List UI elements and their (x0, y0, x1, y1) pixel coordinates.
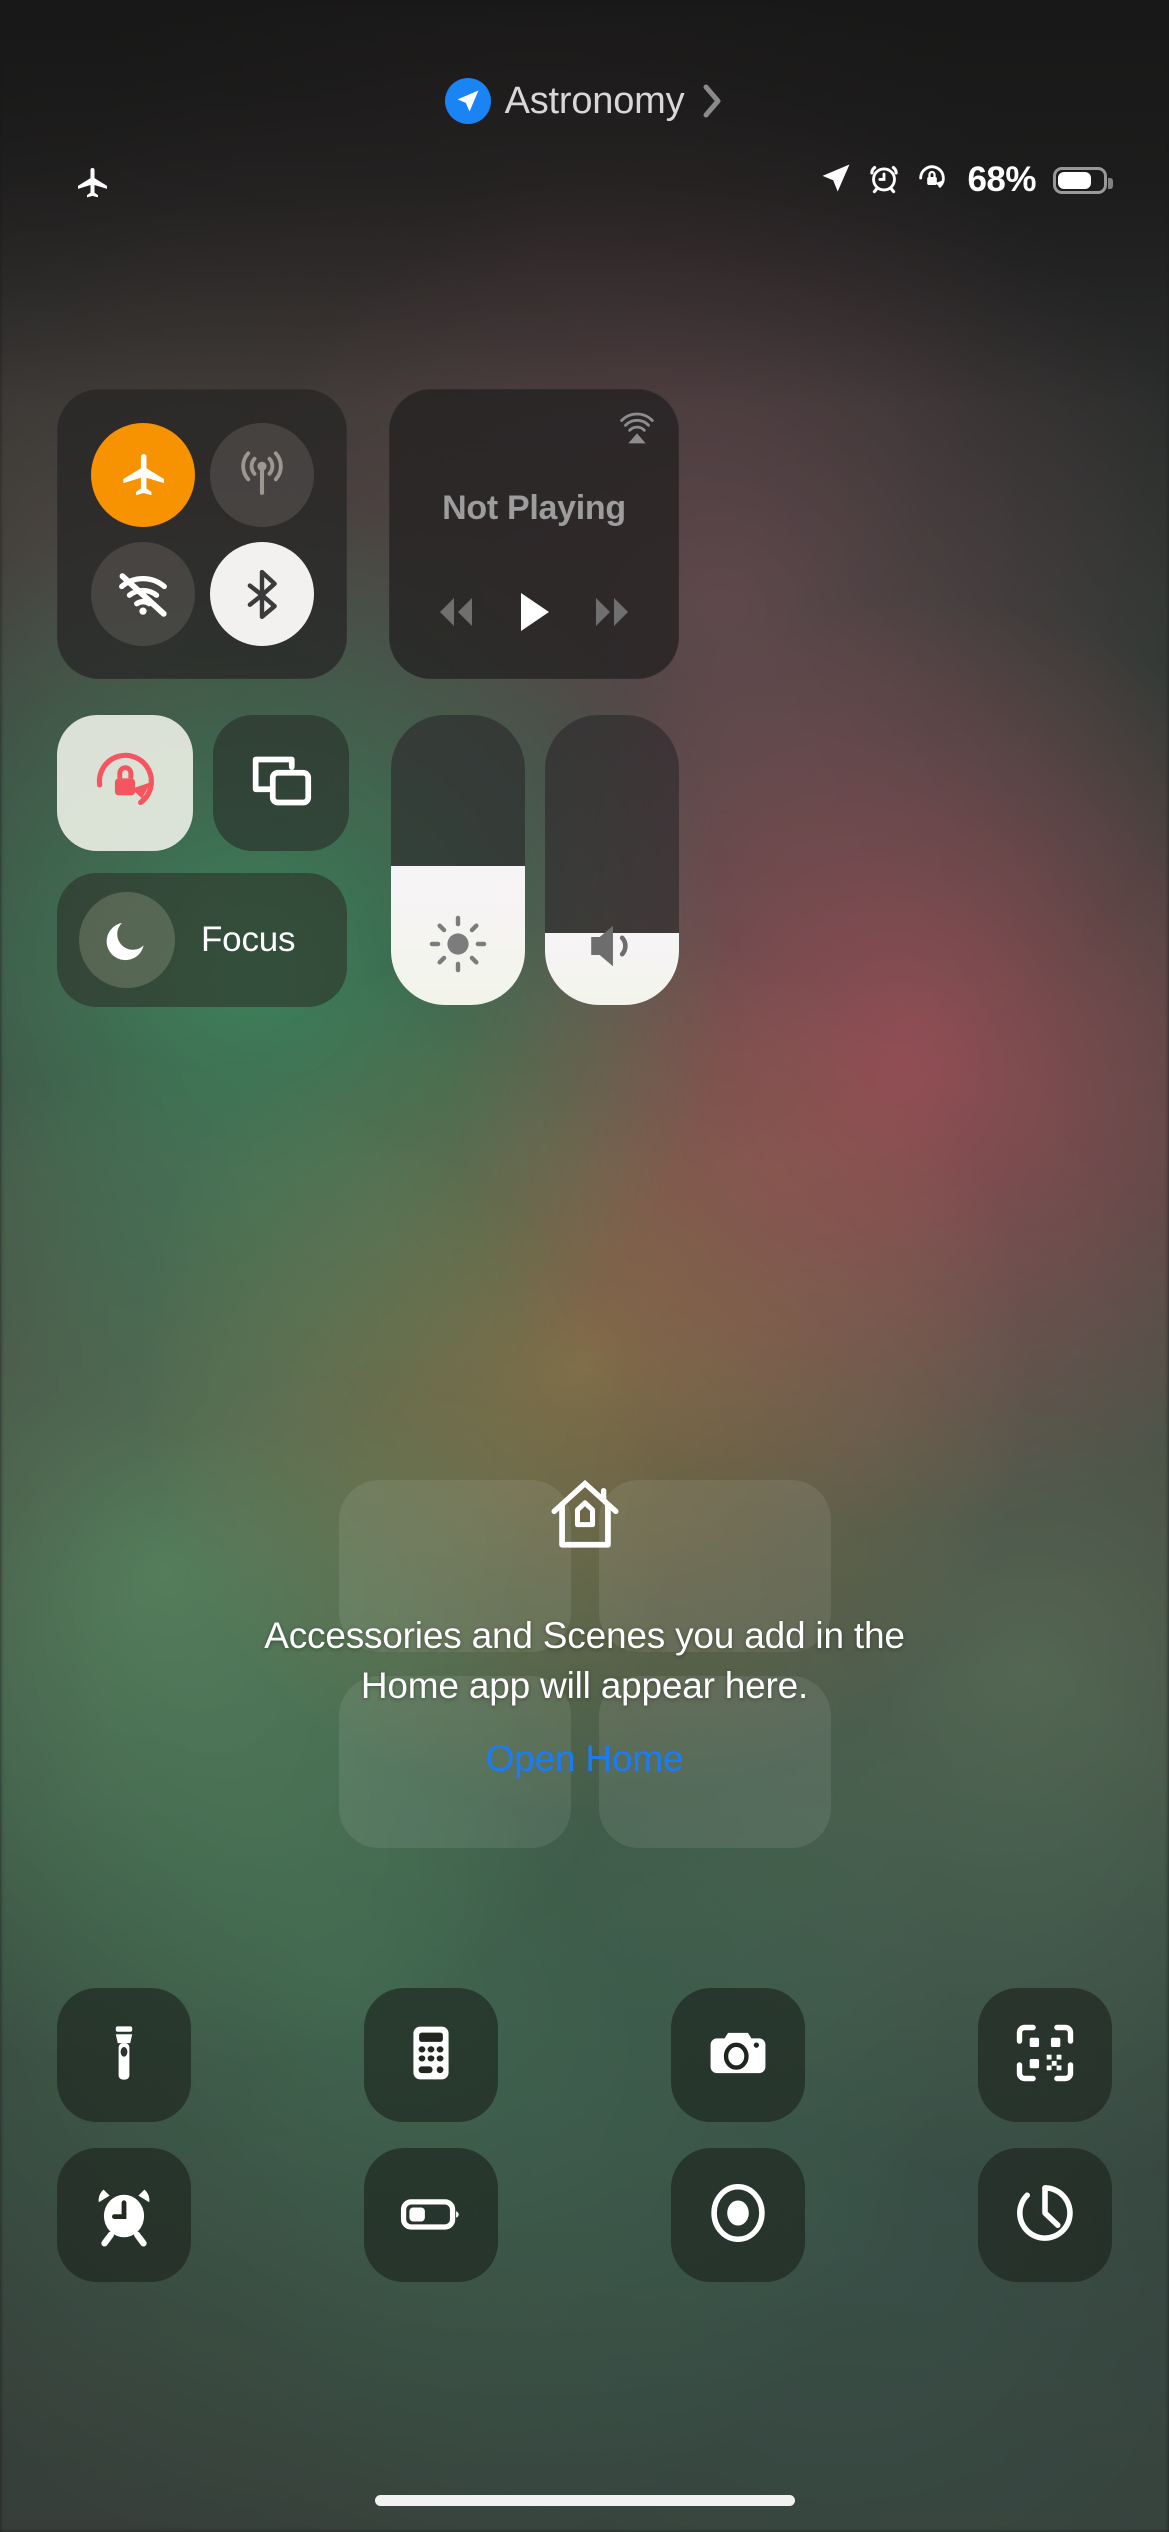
airplane-mode-toggle[interactable] (90, 422, 195, 527)
timer-button[interactable] (978, 2148, 1112, 2282)
camera-icon (703, 2018, 773, 2093)
rewind-icon[interactable] (430, 592, 482, 637)
utility-row-1 (57, 1988, 1112, 2122)
location-header[interactable]: Astronomy (0, 78, 1169, 124)
screen-mirroring-icon (243, 743, 319, 824)
bluetooth-toggle[interactable] (209, 541, 314, 646)
speaker-icon (545, 917, 679, 975)
cellular-data-toggle[interactable] (209, 422, 314, 527)
flashlight-icon (90, 2019, 158, 2092)
alarm-clock-icon (867, 161, 901, 200)
airplane-mode-status-icon (72, 163, 112, 208)
fast-forward-icon[interactable] (586, 592, 638, 637)
focus-tile[interactable]: Focus (57, 873, 347, 1007)
open-home-link[interactable]: Open Home (486, 1738, 684, 1780)
sun-icon (391, 913, 525, 975)
rotation-lock-icon (86, 742, 164, 825)
control-center-grid: Not Playing Focus (57, 389, 1112, 1007)
chevron-right-icon[interactable] (700, 81, 724, 121)
calculator-icon (400, 2022, 462, 2089)
camera-button[interactable] (671, 1988, 805, 2122)
flashlight-button[interactable] (57, 1988, 191, 2122)
location-arrow-icon (444, 78, 491, 124)
play-icon[interactable] (512, 588, 556, 641)
row-tiles-sliders: Focus (57, 715, 1112, 1007)
alarm-button[interactable] (57, 2148, 191, 2282)
house-icon (542, 1479, 628, 1562)
focus-label: Focus (201, 920, 296, 959)
timer-icon (1010, 2178, 1080, 2253)
battery-low-power-icon (396, 2178, 466, 2253)
qr-scanner-button[interactable] (978, 1988, 1112, 2122)
location-title: Astronomy (504, 79, 685, 122)
record-circle-icon (703, 2178, 773, 2253)
home-message-line1: Accessories and Scenes you add in the (264, 1615, 905, 1656)
volume-slider[interactable] (545, 715, 679, 1005)
home-module: Accessories and Scenes you add in the Ho… (57, 1472, 1112, 1902)
connectivity-module[interactable] (57, 389, 347, 679)
alarm-clock-icon (88, 2177, 160, 2254)
battery-icon (1053, 166, 1113, 194)
rotation-lock-tile[interactable] (57, 715, 193, 851)
status-bar: 68% (0, 155, 1169, 205)
row-connectivity-media: Not Playing (57, 389, 1112, 679)
utility-row-2 (57, 2148, 1112, 2282)
rotation-lock-icon (915, 161, 949, 200)
brightness-slider[interactable] (391, 715, 525, 1005)
location-arrow-icon (819, 161, 853, 200)
low-power-mode-button[interactable] (364, 2148, 498, 2282)
screen-mirroring-tile[interactable] (213, 715, 349, 851)
calculator-button[interactable] (364, 1988, 498, 2122)
home-indicator-bar[interactable] (374, 2495, 795, 2506)
moon-icon (79, 892, 175, 988)
qr-code-icon (1011, 2019, 1079, 2092)
battery-percentage: 68% (967, 160, 1036, 199)
control-center-screen: Astronomy 68% Not Playing Focus Accessor… (0, 0, 1169, 2532)
wifi-toggle[interactable] (90, 541, 195, 646)
screen-recording-button[interactable] (671, 2148, 805, 2282)
media-status-text: Not Playing (442, 489, 626, 527)
utility-tiles (57, 1988, 1112, 2308)
media-player-module[interactable]: Not Playing (389, 389, 679, 679)
status-indicators: 68% (819, 155, 1113, 205)
home-message-line2: Home app will appear here. (360, 1665, 809, 1707)
airplay-icon[interactable] (617, 409, 657, 454)
